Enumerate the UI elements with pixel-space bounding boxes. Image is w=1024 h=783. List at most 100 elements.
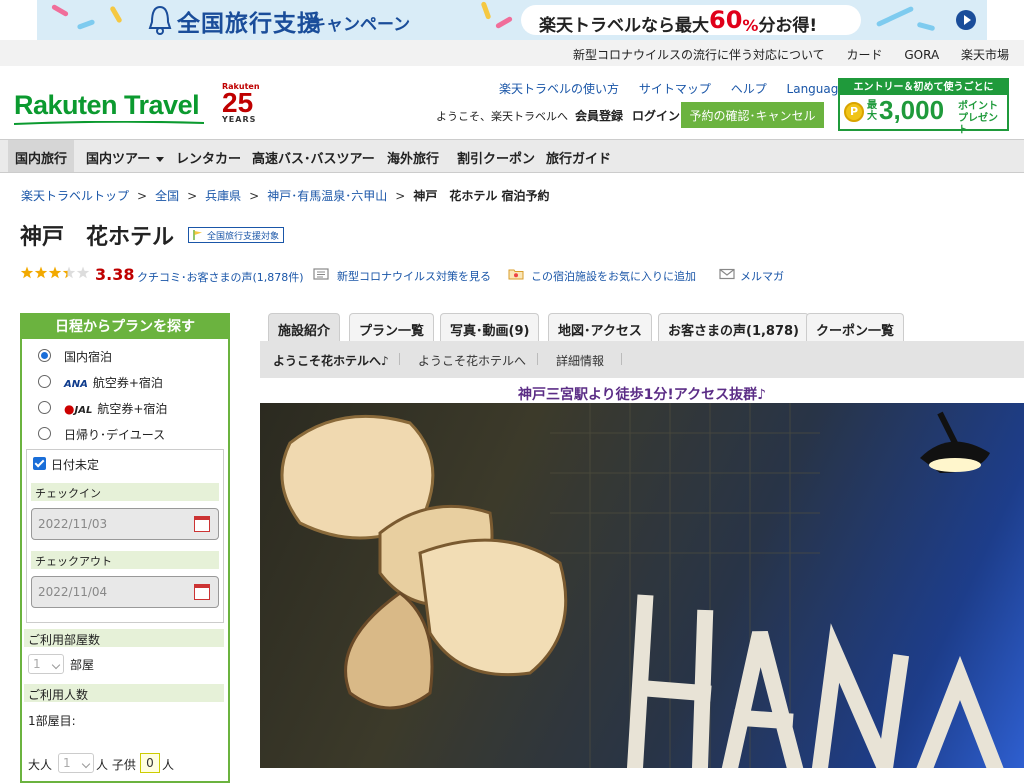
calendar-icon[interactable] bbox=[194, 584, 210, 600]
subnav-details[interactable]: 詳細情報 bbox=[556, 352, 604, 369]
breadcrumb-kobe[interactable]: 神戸･有馬温泉･六甲山 bbox=[267, 189, 387, 203]
rooms-unit: 部屋 bbox=[70, 658, 95, 672]
radio-button[interactable] bbox=[38, 375, 51, 388]
star-icon bbox=[34, 266, 48, 279]
banner-sub-title: キャンペーン bbox=[309, 15, 411, 35]
subnav-divider bbox=[537, 353, 538, 365]
tab-coupons[interactable]: クーポン一覧 bbox=[806, 313, 905, 341]
breadcrumb-hyogo[interactable]: 兵庫県 bbox=[205, 189, 241, 203]
breadcrumb-current: 神戸 花ホテル 宿泊予約 bbox=[413, 189, 550, 203]
nav-item-domestic-tour[interactable]: 国内ツアー bbox=[86, 140, 165, 172]
page-title: 神戸 花ホテル bbox=[20, 225, 175, 250]
chevron-down-icon bbox=[156, 157, 165, 162]
promo-amount: 3,000 bbox=[879, 95, 945, 125]
facility-subnav: ようこそ花ホテルへ♪ ようこそ花ホテルへ 詳細情報 bbox=[260, 341, 1024, 378]
confetti-decoration bbox=[480, 1, 492, 20]
header-links: 楽天トラベルの使い方 サイトマップ ヘルプ Languages bbox=[499, 80, 881, 97]
nav-item-coupon[interactable]: 割引クーポン bbox=[457, 140, 535, 172]
banner-main-title: 全国旅行支援 bbox=[177, 11, 321, 37]
radio-button[interactable] bbox=[38, 427, 51, 440]
date-undecided-checkbox[interactable] bbox=[33, 457, 46, 470]
newsletter-link[interactable]: メルマガ bbox=[740, 268, 784, 284]
tab-photos[interactable]: 写真･動画(9) bbox=[440, 313, 540, 341]
child-count-input[interactable]: 0 bbox=[140, 753, 160, 773]
checkin-label: チェックイン bbox=[31, 483, 219, 501]
adult-select[interactable]: 1 bbox=[58, 753, 94, 773]
plan-search-panel: 日程からプランを探す 国内宿泊 ANA 航空券+宿泊 ●JAL 航空券+宿泊 日帰り… bbox=[20, 313, 230, 783]
guests-label: ご利用人数 bbox=[24, 684, 224, 702]
covid-measures-link[interactable]: 新型コロナウイルス対策を見る bbox=[337, 268, 491, 284]
breadcrumb-all[interactable]: 全国 bbox=[155, 189, 179, 203]
pill-prefix: 楽天トラベルなら最大 bbox=[539, 16, 709, 36]
nav-label: 国内ツアー bbox=[86, 152, 151, 167]
nav-label: レンタカー bbox=[176, 152, 242, 167]
hotel-catchphrase: 神戸三宮駅より徒歩1分!アクセス抜群♪ bbox=[517, 387, 767, 403]
pill-number: 60 bbox=[709, 6, 743, 34]
nav-label: 割引クーポン bbox=[457, 152, 536, 167]
header-link-howto[interactable]: 楽天トラベルの使い方 bbox=[499, 82, 619, 96]
rooms-select[interactable]: 1 bbox=[28, 654, 64, 674]
star-icon bbox=[62, 266, 76, 279]
point-coin-icon: P bbox=[844, 102, 864, 122]
site-logo[interactable]: Rakuten Travel bbox=[14, 90, 200, 121]
nav-item-overseas[interactable]: 海外旅行 bbox=[387, 140, 439, 172]
radio-button[interactable] bbox=[38, 349, 51, 362]
nav-item-domestic[interactable]: 国内旅行 bbox=[8, 140, 75, 172]
campaign-badge: 全国旅行支援対象 bbox=[188, 227, 285, 243]
promo-max: 最大 bbox=[867, 100, 877, 122]
favorite-link[interactable]: この宿泊施設をお気に入りに追加 bbox=[531, 268, 696, 284]
bell-icon bbox=[148, 5, 172, 35]
subnav-welcome-current[interactable]: ようこそ花ホテルへ♪ bbox=[273, 352, 389, 369]
nav-label: 国内旅行 bbox=[15, 152, 68, 167]
confirm-cancel-button[interactable]: 予約の確認･キャンセル bbox=[681, 102, 824, 128]
pill-suffix: 分お得! bbox=[758, 16, 818, 36]
utility-link-covid[interactable]: 新型コロナウイルスの流行に伴う対応について bbox=[573, 48, 825, 62]
anniversary-badge: Rakuten 25 YEARS bbox=[222, 82, 262, 130]
header-link-help[interactable]: ヘルプ bbox=[731, 82, 767, 96]
reviews-link[interactable]: クチコミ･お客さまの声(1,878件) bbox=[137, 269, 304, 285]
search-panel-title: 日程からプランを探す bbox=[22, 315, 228, 339]
tab-reviews[interactable]: お客さまの声(1,878) bbox=[658, 313, 810, 341]
favorite-folder-icon bbox=[508, 269, 524, 280]
confetti-decoration bbox=[875, 5, 915, 28]
date-undecided-label: 日付未定 bbox=[51, 458, 100, 472]
points-promo-banner[interactable]: エントリー＆初めて使うごとに P 最大 3,000 ポイント プレゼント bbox=[838, 78, 1009, 136]
adult-label: 大人 bbox=[28, 758, 53, 772]
play-icon[interactable] bbox=[956, 10, 976, 30]
checkin-date-input[interactable]: 2022/11/03 bbox=[31, 508, 219, 540]
header-link-sitemap[interactable]: サイトマップ bbox=[639, 82, 711, 96]
star-icon bbox=[48, 266, 62, 279]
date-selection-box: 日付未定 チェックイン 2022/11/03 チェックアウト 2022/11/0… bbox=[26, 449, 224, 623]
utility-bar: 新型コロナウイルスの流行に伴う対応について カード GORA 楽天市場 bbox=[0, 40, 1024, 66]
checkout-date-input[interactable]: 2022/11/04 bbox=[31, 576, 219, 608]
checkout-label: チェックアウト bbox=[31, 551, 219, 569]
campaign-banner[interactable]: 全国旅行支援 キャンペーン 楽天トラベルなら最大60%分お得! bbox=[37, 0, 987, 40]
rooms-select-value: 1 bbox=[33, 657, 41, 671]
register-link[interactable]: 会員登録 bbox=[575, 107, 623, 124]
breadcrumb-separator: > bbox=[249, 189, 260, 203]
jal-crane-icon: ● bbox=[64, 402, 75, 416]
confetti-decoration bbox=[76, 19, 96, 30]
utility-link-ichiba[interactable]: 楽天市場 bbox=[961, 48, 1009, 62]
radio-button[interactable] bbox=[38, 401, 51, 414]
tab-map-access[interactable]: 地図･アクセス bbox=[548, 313, 652, 341]
utility-link-gora[interactable]: GORA bbox=[904, 48, 939, 62]
nav-item-rentacar[interactable]: レンタカー bbox=[176, 140, 241, 172]
calendar-icon[interactable] bbox=[194, 516, 210, 532]
flag-icon bbox=[193, 230, 202, 240]
tab-facility-intro[interactable]: 施設紹介 bbox=[268, 313, 341, 341]
rooms-label: ご利用部屋数 bbox=[24, 629, 224, 647]
breadcrumb-separator: > bbox=[187, 189, 198, 203]
nav-item-guide[interactable]: 旅行ガイド bbox=[546, 140, 611, 172]
star-icon bbox=[20, 266, 34, 279]
subnav-welcome[interactable]: ようこそ花ホテルへ bbox=[418, 352, 526, 369]
utility-link-card[interactable]: カード bbox=[847, 48, 883, 62]
login-link[interactable]: ログイン bbox=[632, 107, 680, 124]
nav-item-bus[interactable]: 高速バス･バスツアー bbox=[252, 140, 375, 172]
document-icon bbox=[313, 268, 329, 280]
tab-plan-list[interactable]: プラン一覧 bbox=[349, 313, 435, 341]
star-icon bbox=[76, 266, 90, 279]
breadcrumb-top[interactable]: 楽天トラベルトップ bbox=[21, 189, 129, 203]
adult-unit-child-label: 人 子供 bbox=[96, 758, 136, 772]
confetti-decoration bbox=[50, 3, 70, 18]
